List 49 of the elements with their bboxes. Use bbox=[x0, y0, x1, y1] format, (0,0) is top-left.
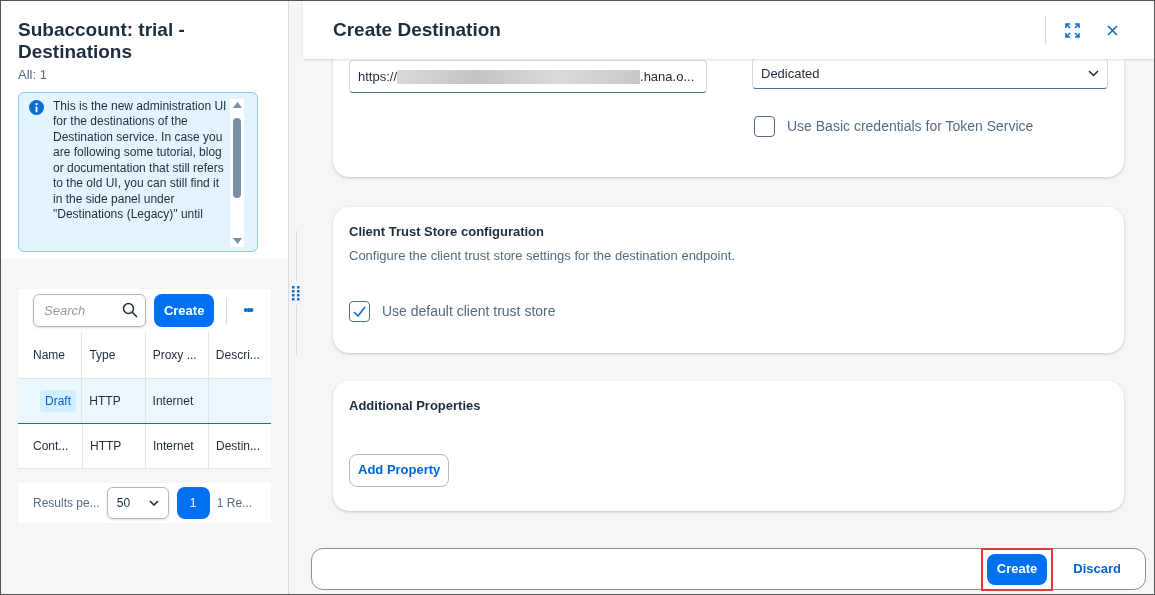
item-count: All: 1 bbox=[18, 66, 48, 84]
checkbox-label: Use Basic credentials for Token Service bbox=[787, 117, 1034, 136]
discard-button[interactable]: Discard bbox=[1065, 553, 1129, 585]
expand-icon bbox=[1064, 22, 1080, 38]
column-header[interactable]: Type bbox=[81, 332, 145, 378]
create-button[interactable]: Create bbox=[153, 294, 215, 327]
page-button[interactable]: 1 bbox=[176, 487, 210, 519]
section-title: Client Trust Store configuration bbox=[349, 223, 545, 241]
checkmark-icon bbox=[353, 306, 366, 317]
table-cell-text: Destin... bbox=[216, 438, 260, 455]
info-icon bbox=[29, 99, 44, 115]
table-cell-text: Cont... bbox=[33, 438, 69, 455]
table-cell-text: Internet bbox=[152, 393, 194, 410]
scroll-up-icon[interactable] bbox=[232, 101, 242, 108]
url-prefix: https:// bbox=[358, 67, 398, 86]
table-cell-text: HTTP bbox=[89, 393, 121, 410]
table-cell-text: Internet bbox=[153, 438, 194, 455]
checkbox[interactable] bbox=[349, 301, 370, 322]
resize-handle-icon[interactable] bbox=[292, 285, 300, 301]
scrollbar[interactable] bbox=[230, 98, 244, 247]
create-button[interactable]: Create bbox=[986, 553, 1048, 585]
scroll-down-icon[interactable] bbox=[232, 237, 242, 244]
chevron-down-icon bbox=[1088, 70, 1099, 77]
search-icon bbox=[121, 302, 138, 318]
chevron-down-icon bbox=[148, 500, 159, 506]
more-button[interactable]: ••• bbox=[239, 300, 256, 321]
dialog-title: Create Destination bbox=[333, 17, 502, 42]
section-title: Additional Properties bbox=[349, 397, 482, 415]
search-field[interactable]: Search bbox=[33, 294, 146, 327]
table-row[interactable]: Draft HTTP Internet bbox=[18, 379, 271, 424]
column-header[interactable]: Descri... bbox=[207, 332, 271, 378]
add-property-button[interactable]: Add Property bbox=[349, 453, 450, 487]
table-cell-text: HTTP bbox=[90, 438, 122, 455]
page-size-select[interactable]: 50 bbox=[106, 487, 169, 519]
checkbox[interactable] bbox=[754, 116, 775, 137]
close-icon bbox=[1106, 24, 1118, 36]
url-suffix: .hana.o... bbox=[640, 67, 695, 86]
checkbox-label: Use default client trust store bbox=[382, 302, 556, 321]
url-field[interactable]: https:// .hana.o... bbox=[349, 60, 707, 93]
page-title: Subaccount: trial - Destinations bbox=[18, 19, 186, 63]
column-header[interactable]: Proxy ... bbox=[144, 332, 208, 378]
results-label: Results pe... bbox=[33, 495, 100, 512]
column-header[interactable]: Name bbox=[18, 332, 82, 378]
section-description: Configure the client trust store settings for the destination endpoint. bbox=[349, 246, 736, 265]
info-text: This is the new administration UI for the destinations of the Destination service. In case you are following some tutorial, blog or documentation that still refers to the old UI, you can still find it in the side panel under "Destinations (Legacy)" until bbox=[53, 98, 228, 223]
table-row[interactable]: Cont... HTTP Internet Destin... bbox=[18, 424, 271, 469]
scroll-thumb[interactable] bbox=[233, 117, 241, 198]
status-badge: Draft bbox=[40, 390, 76, 412]
results-summary: 1 Re... bbox=[216, 495, 253, 512]
